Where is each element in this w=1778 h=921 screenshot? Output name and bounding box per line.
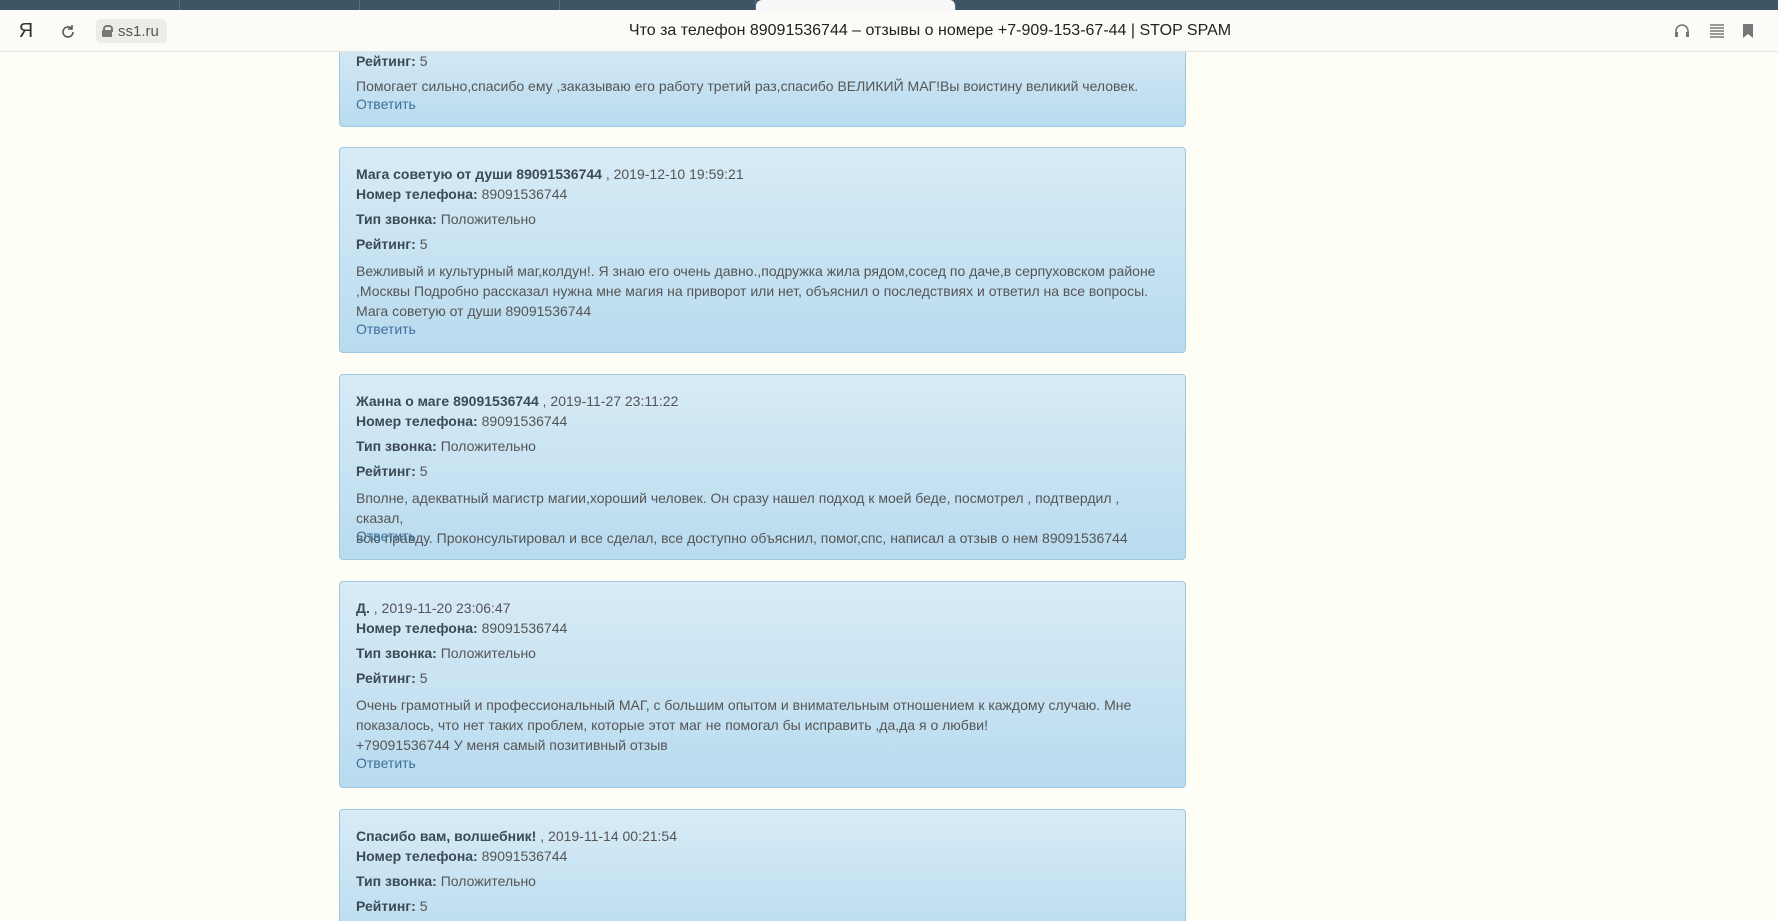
call-type-label: Тип звонка: bbox=[356, 438, 437, 454]
url-text: ss1.ru bbox=[118, 22, 159, 40]
tab-strip bbox=[0, 0, 1778, 10]
review-text: Вежливый и культурный маг,колдун!. Я зна… bbox=[356, 261, 1169, 321]
headphones-icon[interactable] bbox=[1670, 10, 1694, 52]
page-content: Рейтинг: 5 Помогает сильно,спасибо ему ,… bbox=[0, 52, 1778, 921]
reader-mode-icon[interactable] bbox=[1705, 10, 1729, 52]
rating-value: 5 bbox=[419, 898, 428, 914]
reply-link[interactable]: Ответить bbox=[356, 321, 1169, 337]
call-type-value: Положительно bbox=[440, 211, 536, 227]
rating-value: 5 bbox=[419, 670, 428, 686]
browser-tab[interactable] bbox=[560, 0, 756, 10]
phone-label: Номер телефона: bbox=[356, 413, 478, 429]
url-field[interactable]: ss1.ru bbox=[96, 19, 167, 43]
review-text: Помогает сильно,спасибо ему ,заказываю е… bbox=[356, 78, 1139, 94]
review-author: Спасибо вам, волшебник! bbox=[356, 828, 537, 844]
review-card: Рейтинг: 5 Помогает сильно,спасибо ему ,… bbox=[339, 52, 1186, 127]
phone-value: 89091536744 bbox=[481, 413, 568, 429]
rating-value: 5 bbox=[419, 463, 428, 479]
reload-icon[interactable] bbox=[58, 10, 78, 52]
address-bar: Я ss1.ru Что за телефон 89091536744 – от… bbox=[0, 10, 1778, 52]
call-type-label: Тип звонка: bbox=[356, 873, 437, 889]
rating-value: 5 bbox=[419, 236, 428, 252]
rating-label: Рейтинг: bbox=[356, 463, 416, 479]
browser-tab[interactable] bbox=[0, 0, 180, 10]
review-text-line: Вежливый и культурный маг,колдун!. Я зна… bbox=[356, 263, 1156, 279]
lock-icon bbox=[102, 25, 113, 37]
browser-tab-active[interactable] bbox=[756, 0, 956, 10]
review-text-line: Вполне, адекватный магистр магии,хороший… bbox=[356, 490, 1120, 526]
review-card: Мага советую от души 89091536744 , 2019-… bbox=[339, 147, 1186, 353]
review-date: , 2019-12-10 19:59:21 bbox=[605, 166, 744, 182]
phone-label: Номер телефона: bbox=[356, 848, 478, 864]
review-text-line: Очень грамотный и профессиональный МАГ, … bbox=[356, 697, 1132, 713]
review-date: , 2019-11-20 23:06:47 bbox=[373, 600, 511, 616]
reply-link[interactable]: Ответить bbox=[356, 528, 1169, 544]
review-card: Жанна о маге 89091536744 , 2019-11-27 23… bbox=[339, 374, 1186, 560]
call-type-value: Положительно bbox=[440, 873, 536, 889]
phone-value: 89091536744 bbox=[481, 620, 568, 636]
review-text-line: Мага советую от души 89091536744 bbox=[356, 303, 592, 319]
review-text-line: +79091536744 У меня самый позитивный отз… bbox=[356, 737, 668, 753]
review-card: Спасибо вам, волшебник! , 2019-11-14 00:… bbox=[339, 809, 1186, 921]
review-author: Мага советую от души 89091536744 bbox=[356, 166, 602, 182]
review-card: Д. , 2019-11-20 23:06:47 Номер телефона:… bbox=[339, 581, 1186, 788]
review-date: , 2019-11-27 23:11:22 bbox=[542, 393, 679, 409]
yandex-logo-icon[interactable]: Я bbox=[16, 10, 36, 52]
rating-label: Рейтинг: bbox=[356, 670, 416, 686]
page-title: Что за телефон 89091536744 – отзывы о но… bbox=[628, 22, 1232, 39]
browser-tab[interactable] bbox=[360, 0, 560, 10]
call-type-value: Положительно bbox=[440, 438, 536, 454]
review-text-line: показалось, что нет таких проблем, котор… bbox=[356, 717, 988, 733]
review-author: Жанна о маге 89091536744 bbox=[356, 393, 539, 409]
call-type-label: Тип звонка: bbox=[356, 211, 437, 227]
reply-link[interactable]: Ответить bbox=[356, 755, 1169, 771]
call-type-label: Тип звонка: bbox=[356, 645, 437, 661]
review-author: Д. bbox=[356, 600, 370, 616]
review-text-line: ,Москвы Подробно рассказал нужна мне маг… bbox=[356, 283, 1149, 299]
rating-label: Рейтинг: bbox=[356, 898, 416, 914]
review-text: Очень грамотный и профессиональный МАГ, … bbox=[356, 695, 1169, 755]
reply-link[interactable]: Ответить bbox=[356, 96, 1169, 112]
call-type-value: Положительно bbox=[440, 645, 536, 661]
rating-value: 5 bbox=[419, 53, 428, 69]
rating-label: Рейтинг: bbox=[356, 53, 416, 69]
bookmark-icon[interactable] bbox=[1738, 10, 1758, 52]
browser-tab[interactable] bbox=[180, 0, 360, 10]
phone-value: 89091536744 bbox=[481, 848, 568, 864]
phone-label: Номер телефона: bbox=[356, 186, 478, 202]
review-date: , 2019-11-14 00:21:54 bbox=[540, 828, 677, 844]
phone-label: Номер телефона: bbox=[356, 620, 478, 636]
phone-value: 89091536744 bbox=[481, 186, 568, 202]
rating-label: Рейтинг: bbox=[356, 236, 416, 252]
